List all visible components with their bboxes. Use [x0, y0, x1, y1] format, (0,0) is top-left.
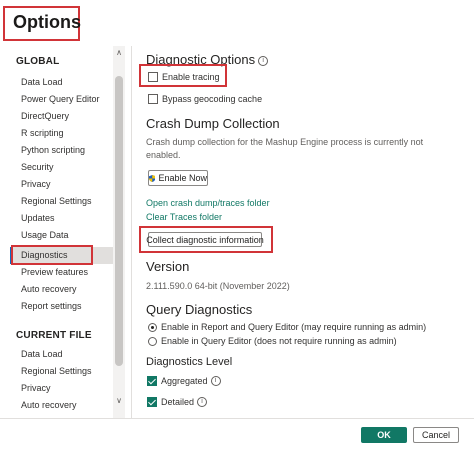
- sidebar-divider: [131, 46, 132, 418]
- enable-now-button[interactable]: Enable Now: [148, 170, 208, 186]
- sidebar-item-file-auto-recovery[interactable]: Auto recovery: [10, 397, 122, 414]
- sidebar-item-file-regional-settings[interactable]: Regional Settings: [10, 363, 122, 380]
- footer-divider: [0, 418, 474, 419]
- radio-report-and-query-editor[interactable]: Enable in Report and Query Editor (may r…: [148, 322, 426, 332]
- info-icon[interactable]: i: [197, 397, 208, 407]
- open-crash-dump-folder-link[interactable]: Open crash dump/traces folder: [146, 198, 270, 208]
- current-file-heading: CURRENT FILE: [16, 330, 92, 341]
- sidebar-item-regional-settings[interactable]: Regional Settings: [10, 193, 122, 210]
- cancel-button[interactable]: Cancel: [413, 427, 459, 443]
- sidebar-item-directquery[interactable]: DirectQuery: [10, 108, 122, 125]
- checkbox-box[interactable]: [148, 94, 158, 104]
- clear-traces-folder-link[interactable]: Clear Traces folder: [146, 212, 222, 222]
- info-icon[interactable]: i: [210, 376, 221, 386]
- sidebar-item-auto-recovery[interactable]: Auto recovery: [10, 281, 122, 298]
- sidebar-item-r-scripting[interactable]: R scripting: [10, 125, 122, 142]
- version-value: 2.111.590.0 64-bit (November 2022): [146, 281, 290, 291]
- scrollbar-thumb[interactable]: [115, 76, 123, 366]
- sidebar-item-file-privacy[interactable]: Privacy: [10, 380, 122, 397]
- diagnostics-level-heading: Diagnostics Level: [146, 356, 233, 368]
- version-heading: Version: [146, 259, 190, 274]
- dialog-title: Options: [13, 12, 81, 32]
- scroll-up-icon[interactable]: ∧: [113, 48, 125, 58]
- scroll-down-icon[interactable]: ∨: [113, 396, 125, 406]
- sidebar-item-python-scripting[interactable]: Python scripting: [10, 142, 122, 159]
- aggregated-checkbox[interactable]: Aggregated i: [147, 376, 221, 386]
- crash-dump-description: Crash dump collection for the Mashup Eng…: [146, 137, 424, 160]
- radio-query-editor-only[interactable]: Enable in Query Editor (does not require…: [148, 336, 397, 346]
- detailed-checkbox[interactable]: Detailed i: [147, 397, 208, 407]
- sidebar-item-privacy[interactable]: Privacy: [10, 176, 122, 193]
- radio-button[interactable]: [148, 322, 157, 332]
- info-icon[interactable]: i: [258, 55, 269, 66]
- diagnostics-highlight: [11, 245, 93, 265]
- sidebar-item-data-load[interactable]: Data Load: [10, 74, 122, 91]
- query-diagnostics-heading: Query Diagnostics: [146, 302, 253, 317]
- options-sidebar: GLOBAL Data Load Power Query Editor Dire…: [10, 46, 122, 418]
- crash-dump-heading: Crash Dump Collection: [146, 116, 280, 131]
- ok-button[interactable]: OK: [361, 427, 407, 443]
- global-heading: GLOBAL: [16, 56, 60, 67]
- checkbox-box[interactable]: [147, 376, 157, 386]
- sidebar-item-power-query-editor[interactable]: Power Query Editor: [10, 91, 122, 108]
- sidebar-item-report-settings[interactable]: Report settings: [10, 298, 122, 315]
- uac-shield-icon: [149, 174, 156, 182]
- sidebar-item-preview-features[interactable]: Preview features: [10, 264, 122, 281]
- sidebar-scrollbar[interactable]: ∧ ∨: [113, 46, 125, 418]
- checkbox-box[interactable]: [147, 397, 157, 407]
- radio-button[interactable]: [148, 336, 157, 346]
- sidebar-item-file-data-load[interactable]: Data Load: [10, 346, 122, 363]
- collect-info-highlight: [139, 226, 273, 253]
- sidebar-item-security[interactable]: Security: [10, 159, 122, 176]
- bypass-geocoding-checkbox[interactable]: Bypass geocoding cache: [148, 94, 262, 104]
- sidebar-item-usage-data[interactable]: Usage Data: [10, 227, 122, 244]
- sidebar-item-updates[interactable]: Updates: [10, 210, 122, 227]
- enable-tracing-highlight: [139, 64, 227, 87]
